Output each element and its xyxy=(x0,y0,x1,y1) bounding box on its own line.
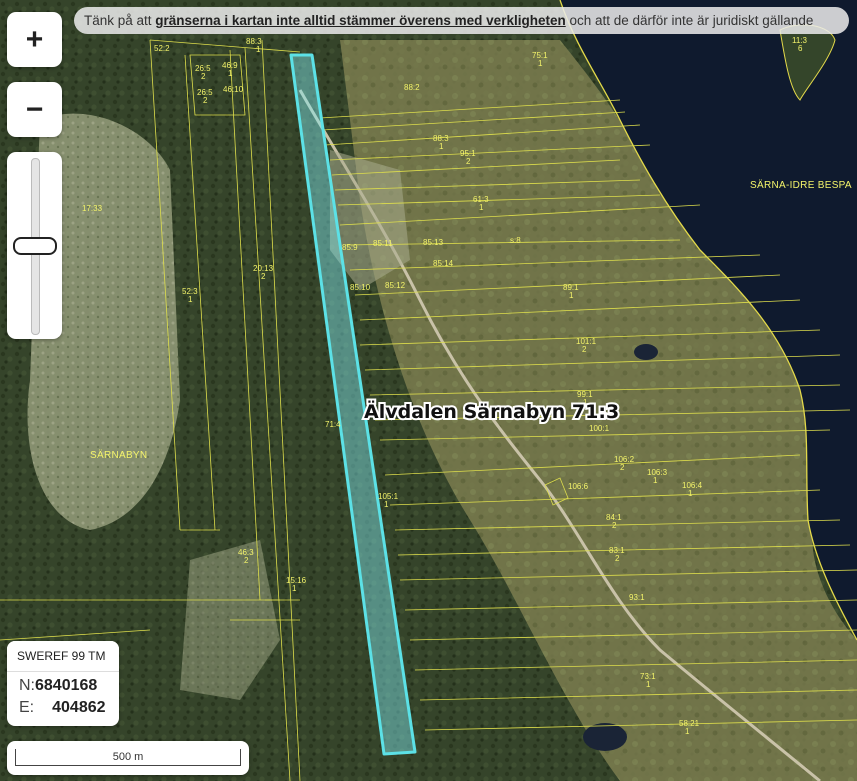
parcel-label: 1 xyxy=(228,69,233,78)
northing-label: N: xyxy=(19,677,35,694)
parcel-label: 88:2 xyxy=(404,83,420,92)
parcel-label: 85:12 xyxy=(385,281,406,290)
minus-icon: − xyxy=(25,92,44,126)
easting-row: E: 404862 xyxy=(19,699,106,717)
map-view[interactable]: 52:2 88:3 1 46:9 1 26:5 2 26:5 2 46:10 7… xyxy=(0,0,857,781)
parcel-label: s:8 xyxy=(510,236,521,245)
disclaimer-text-end: och att de därför inte är juridiskt gäll… xyxy=(565,13,814,28)
parcel-label: 52:2 xyxy=(154,44,170,53)
parcel-label: 2 xyxy=(261,272,266,281)
disclaimer-text: Tänk på att xyxy=(84,13,156,28)
parcel-label: 17:33 xyxy=(82,204,103,213)
parcel-label: 106:6 xyxy=(568,482,589,491)
parcel-label: 2 xyxy=(582,345,587,354)
parcel-label: 1 xyxy=(646,680,651,689)
northing-row: N:6840168 xyxy=(19,677,97,695)
pond xyxy=(634,344,658,360)
parcel-label: 1 xyxy=(292,584,297,593)
easting-label: E: xyxy=(19,699,35,716)
scale-bar: 500 m xyxy=(15,749,241,766)
map-imagery: 52:2 88:3 1 46:9 1 26:5 2 26:5 2 46:10 7… xyxy=(0,0,857,781)
easting-value: 404862 xyxy=(52,699,106,716)
disclaimer-banner: Tänk på att gränserna i kartan inte allt… xyxy=(74,7,849,34)
parcel-label: 71:4 xyxy=(325,420,341,429)
disclaimer-emphasis: gränserna i kartan inte alltid stämmer ö… xyxy=(155,13,566,28)
parcel-label: 2 xyxy=(466,157,471,166)
zoom-in-button[interactable]: + xyxy=(7,12,62,67)
property-label: Älvdalen Särnabyn 71:3 xyxy=(364,399,619,423)
parcel-label: 1 xyxy=(685,727,690,736)
parcel-label: 93:1 xyxy=(629,593,645,602)
parcel-label: 1 xyxy=(653,476,658,485)
parcel-label: 1 xyxy=(688,489,693,498)
parcel-label: 2 xyxy=(201,72,206,81)
parcel-label: 2 xyxy=(203,96,208,105)
parcel-label: 1 xyxy=(188,295,193,304)
parcel-label: 2 xyxy=(620,463,625,472)
parcel-label: 2 xyxy=(612,521,617,530)
parcel-label: 100:1 xyxy=(589,424,610,433)
zoom-slider[interactable] xyxy=(7,152,62,339)
zoom-out-button[interactable]: − xyxy=(7,82,62,137)
parcel-label: 46:10 xyxy=(223,85,244,94)
parcel-label: 85:11 xyxy=(373,239,393,248)
parcel-label: 2 xyxy=(615,554,620,563)
parcel-label: 85:10 xyxy=(350,283,371,292)
crs-label: SWEREF 99 TM xyxy=(7,641,119,672)
northing-value: 6840168 xyxy=(35,677,98,694)
parcel-label: 85:9 xyxy=(342,243,358,252)
coordinate-readout: SWEREF 99 TM N:6840168 E: 404862 xyxy=(7,641,119,726)
plus-icon: + xyxy=(25,22,44,56)
scale-indicator: 500 m xyxy=(7,741,249,775)
parcel-label: 1 xyxy=(569,291,574,300)
parcel-label: 1 xyxy=(439,142,444,151)
scale-label: 500 m xyxy=(112,751,144,763)
pond xyxy=(583,723,627,751)
parcel-label: 1 xyxy=(384,500,389,509)
parcel-label: 85:14 xyxy=(433,259,454,268)
parcel-label: 85:13 xyxy=(423,238,444,247)
parcel-label: 1 xyxy=(479,203,484,212)
parcel-label: 1 xyxy=(538,59,543,68)
village-label: SÄRNABYN xyxy=(90,449,147,461)
parcel-label: 6 xyxy=(798,44,803,53)
parcel-label: 2 xyxy=(244,556,249,565)
lake-label: SÄRNA-IDRE BESPA xyxy=(750,179,852,191)
parcel-label: 1 xyxy=(256,45,261,54)
zoom-slider-handle[interactable] xyxy=(13,236,57,255)
